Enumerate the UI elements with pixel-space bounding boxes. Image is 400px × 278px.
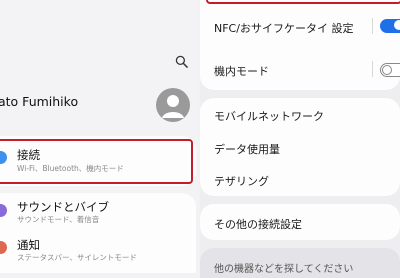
avatar[interactable] — [156, 88, 190, 122]
highlight-box — [0, 139, 193, 184]
menu-item-subtitle: ステータスバー、サイレントモード — [17, 253, 137, 262]
person-icon — [162, 95, 184, 118]
tethering-item[interactable]: テザリング — [214, 173, 269, 189]
nfc-setting-label[interactable]: NFC/おサイフケータイ 設定 — [214, 20, 353, 36]
menu-item-title: サウンドとバイブ — [17, 200, 109, 214]
more-connection-settings-item[interactable]: その他の接続設定 — [214, 216, 302, 232]
menu-item-notifications[interactable]: 通知 ステータスバー、サイレントモード — [0, 236, 196, 268]
settings-list-pane: ato Fumihiko 接続 Wi-Fi、Bluetooth、機内モード サウ… — [0, 0, 198, 273]
airplane-toggle[interactable] — [380, 63, 400, 77]
notification-icon — [0, 241, 7, 254]
highlight-box-top — [206, 0, 400, 4]
menu-item-subtitle: サウンドモード、着信音 — [17, 215, 100, 224]
connections-detail-pane: NFC/おサイフケータイ 設定 機内モード モバイルネットワーク データ使用量 … — [200, 0, 400, 278]
menu-item-sound[interactable]: サウンドとバイブ サウンドモード、着信音 — [0, 197, 196, 231]
sound-icon — [0, 204, 7, 217]
bottom-partial-text: 他の機器などを探してください — [214, 264, 354, 275]
mobile-network-item[interactable]: モバイルネットワーク — [214, 108, 324, 124]
airplane-mode-label[interactable]: 機内モード — [214, 63, 269, 79]
menu-item-title: 通知 — [17, 238, 40, 252]
divider-vertical — [372, 61, 373, 77]
data-usage-item[interactable]: データ使用量 — [214, 141, 280, 157]
search-icon[interactable] — [175, 55, 188, 68]
profile-name[interactable]: ato Fumihiko — [0, 94, 78, 109]
divider-vertical — [372, 18, 373, 34]
nfc-toggle[interactable] — [380, 19, 400, 33]
